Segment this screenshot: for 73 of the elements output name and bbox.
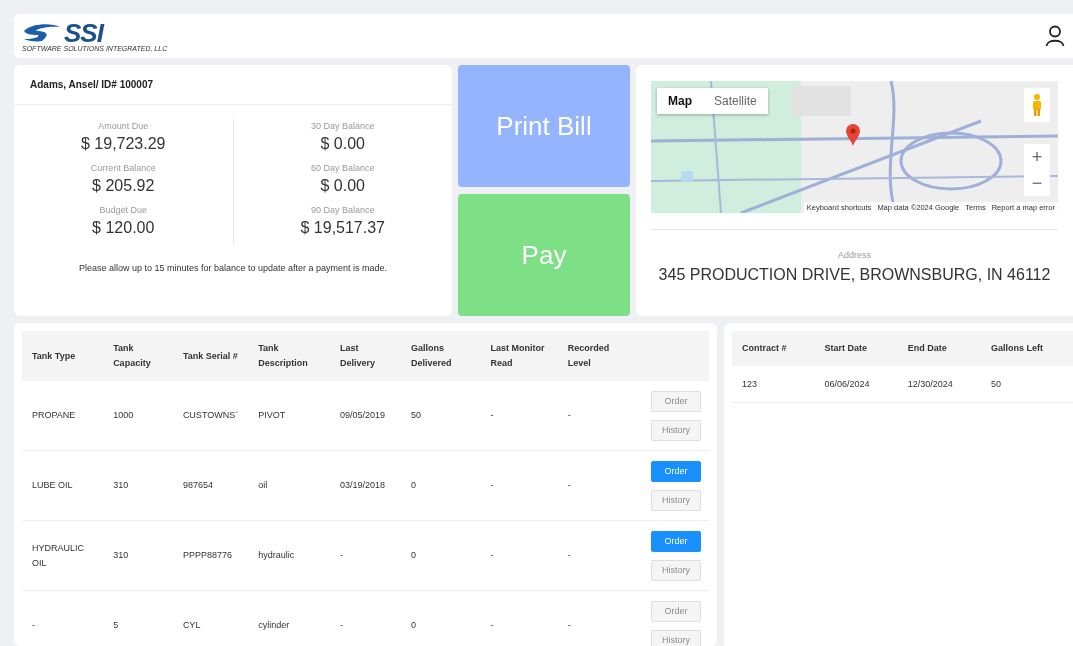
table-cell: 310 — [103, 450, 173, 521]
balance-value: $ 19,723.29 — [81, 135, 166, 153]
table-cell: 06/06/2024 — [814, 366, 898, 403]
user-icon[interactable] — [1045, 25, 1065, 47]
table-cell: HYDRAULIC OIL — [22, 520, 104, 591]
table-cell: LUBE OIL — [22, 450, 104, 521]
table-cell: cylinder — [248, 590, 330, 646]
table-cell: - — [480, 520, 558, 591]
order-button[interactable]: Order — [651, 530, 701, 552]
table-cell: 1000 — [103, 381, 173, 451]
balance-value: $ 120.00 — [92, 219, 155, 237]
table-cell: - — [557, 381, 633, 451]
column-header: Start Date — [814, 331, 898, 366]
table-cell: - — [480, 450, 558, 521]
table-cell: PIVOT — [248, 381, 330, 451]
column-header: Gallons Delivered — [400, 331, 481, 381]
column-header: Last Monitor Read — [480, 331, 558, 381]
table-cell: 03/19/2018 — [329, 450, 401, 521]
balance-label: Amount Due — [98, 121, 149, 131]
account-title: Adams, Ansel/ ID# 100007 — [14, 65, 452, 105]
table-cell: 987654 — [172, 450, 249, 521]
table-cell: - — [22, 590, 104, 646]
table-cell: - — [480, 381, 558, 451]
table-cell: 50 — [980, 366, 1073, 403]
order-button[interactable]: Order — [651, 460, 701, 482]
table-cell: CYL — [172, 590, 249, 646]
table-cell: - — [557, 590, 633, 646]
table-cell: 0 — [400, 450, 481, 521]
column-header: Gallons Left — [980, 331, 1073, 366]
balance-value: $ 19,517.37 — [300, 219, 385, 237]
table-cell: PROPANE — [22, 381, 104, 451]
table-cell: 0 — [400, 590, 481, 646]
table-cell: 50 — [400, 381, 481, 451]
balance-label: 30 Day Balance — [310, 121, 375, 131]
balance-value: $ 0.00 — [320, 135, 365, 153]
balance-note: Please allow up to 15 minutes for balance to update after a payment is made. — [77, 263, 389, 273]
table-cell: hydraulic — [248, 520, 330, 591]
map-pin-icon — [845, 123, 861, 147]
table-cell: - — [557, 520, 633, 591]
map-type-tab[interactable]: Map — [657, 88, 703, 114]
table-cell: 12/30/2024 — [897, 366, 981, 403]
map-type-tab[interactable]: Satellite — [703, 88, 768, 114]
balance-label: Current Balance — [90, 163, 156, 173]
address-label: Address — [838, 250, 871, 260]
column-header: Last Delivery — [329, 331, 401, 381]
swoosh-icon — [22, 22, 62, 43]
column-header: Recorded Level — [557, 331, 633, 381]
table-cell: - — [329, 520, 401, 591]
table-cell: PPPP88776 — [172, 520, 249, 591]
table-cell: - — [329, 590, 401, 646]
balance-label: Budget Due — [99, 205, 147, 215]
table-cell: 123 — [732, 366, 815, 403]
balance-label: 60 Day Balance — [310, 163, 375, 173]
column-header: Contract # — [732, 331, 815, 366]
table-cell: 310 — [103, 520, 173, 591]
address-value: 345 PRODUCTION DRIVE, BROWNSBURG, IN 46112 — [658, 266, 1051, 284]
logo-text: SSI — [64, 20, 103, 45]
column-header: End Date — [897, 331, 981, 366]
print-bill-button[interactable]: Print Bill — [458, 65, 630, 187]
table-cell: oil — [248, 450, 330, 521]
table-cell: 09/05/2019 — [329, 381, 401, 451]
table-cell: - — [480, 590, 558, 646]
table-cell: - — [557, 450, 633, 521]
column-header: Tank Description — [248, 331, 330, 381]
table-cell: 0 — [400, 520, 481, 591]
column-header: Tank Type — [22, 331, 104, 381]
table-cell: 5 — [103, 590, 173, 646]
table-cell: CUSTOWNS` — [172, 381, 249, 451]
column-header: Tank Capacity — [103, 331, 173, 381]
balance-value: $ 205.92 — [92, 177, 155, 195]
balance-label: 90 Day Balance — [310, 205, 375, 215]
balance-value: $ 0.00 — [320, 177, 365, 195]
column-header: Tank Serial # — [172, 331, 249, 381]
